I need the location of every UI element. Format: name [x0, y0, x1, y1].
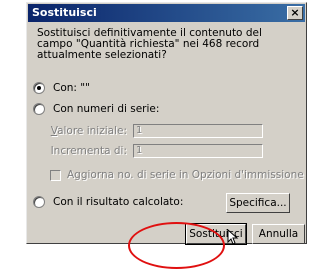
update-serial-checkbox[interactable] [50, 169, 61, 181]
option-con-empty[interactable]: Con: "" [33, 82, 90, 94]
initial-value-label: Valore iniziale: [50, 125, 127, 137]
replace-dialog: Sostituisci × Sostituisci definitivament… [26, 2, 307, 245]
increment-row: Incrementa di: 1 [37, 144, 263, 158]
option-serial-numbers-label: Con numeri di serie: [53, 103, 160, 115]
radio-calculated[interactable] [33, 196, 45, 208]
option-con-empty-label: Con: "" [53, 82, 90, 94]
radio-serial-numbers[interactable] [33, 103, 45, 115]
option-calculated-label: Con il risultato calcolato: [53, 196, 184, 208]
dialog-description: Sostituisci definitivamente il contenuto… [37, 27, 262, 61]
specify-button[interactable]: Specifica... [226, 193, 290, 213]
option-serial-numbers[interactable]: Con numeri di serie: [33, 103, 159, 115]
dialog-titlebar: Sostituisci × [28, 4, 305, 22]
increment-field[interactable]: 1 [133, 144, 263, 158]
initial-value-row: Valore iniziale: 1 [37, 124, 263, 138]
dialog-title: Sostituisci [32, 6, 97, 19]
option-calculated[interactable]: Con il risultato calcolato: [33, 196, 183, 208]
update-serial-label: Aggiorna no. di serie in Opzioni d'immis… [67, 169, 304, 181]
initial-value-field[interactable]: 1 [133, 124, 263, 138]
cancel-button[interactable]: Annulla [252, 224, 305, 244]
mouse-pointer-icon [227, 229, 239, 245]
update-serial-row[interactable]: Aggiorna no. di serie in Opzioni d'immis… [50, 169, 304, 181]
increment-label: Incrementa di: [50, 145, 127, 157]
close-icon: × [290, 6, 300, 19]
close-button[interactable]: × [287, 6, 303, 20]
radio-con-empty[interactable] [33, 82, 45, 94]
